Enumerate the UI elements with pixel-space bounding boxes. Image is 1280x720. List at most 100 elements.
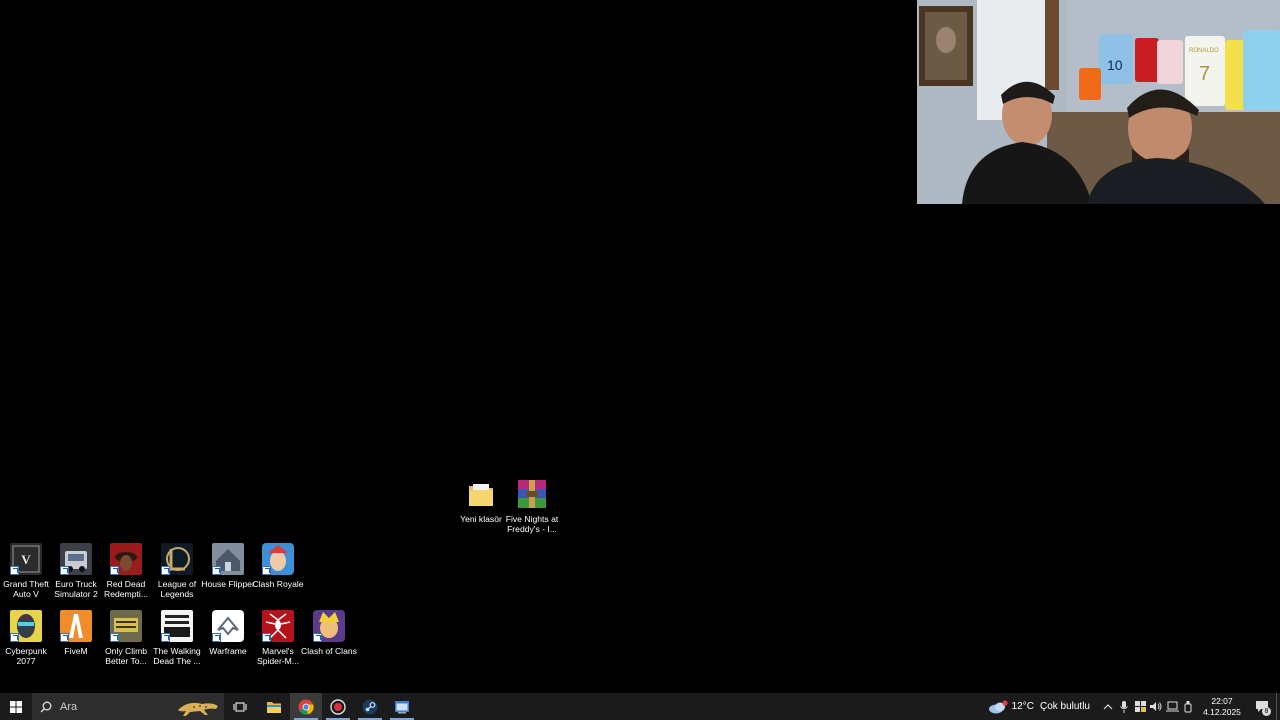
clock-date: 4.12.2025 — [1203, 706, 1241, 717]
svg-text:V: V — [21, 552, 31, 567]
taskbar-search-box[interactable]: Ara — [32, 693, 224, 720]
system-tray: 12°C Çok bulutlu 22:07 4.12.2025 8 — [988, 693, 1280, 720]
task-view-icon — [233, 701, 247, 712]
chrome-icon — [298, 699, 314, 715]
taskbar: Ara 12°C Çok bulutlu 22:07 4.12.2025 8 — [0, 693, 1280, 720]
shortcut-arrow-icon — [110, 566, 119, 575]
security-tray[interactable] — [1132, 693, 1148, 720]
desktop-icon-label: House Flipper — [201, 579, 255, 589]
taskbar-chrome[interactable] — [290, 693, 322, 720]
warframe-icon — [212, 610, 244, 642]
shortcut-arrow-icon — [10, 566, 19, 575]
shortcut-arrow-icon — [212, 566, 221, 575]
microphone-tray[interactable] — [1116, 693, 1132, 720]
euro-truck-icon — [60, 543, 92, 575]
desktop-icon-clash-of-clans[interactable]: Clash of Clans — [301, 610, 357, 656]
shortcut-arrow-icon — [10, 633, 19, 642]
notification-count-badge: 8 — [1262, 707, 1271, 716]
weather-condition: Çok bulutlu — [1039, 701, 1090, 712]
desktop-icon-clash-royale[interactable]: Clash Royale — [252, 543, 304, 589]
show-hidden-icons-button[interactable] — [1100, 693, 1116, 720]
desktop-icon-league-of-legends[interactable]: League of Legends — [151, 543, 203, 599]
shortcut-arrow-icon — [60, 566, 69, 575]
league-of-legends-icon — [161, 543, 193, 575]
desktop-icon-label: Only Climb Better To... — [104, 646, 148, 666]
chevron-up-icon — [1103, 703, 1113, 709]
desktop-icon-house-flipper[interactable]: House Flipper — [201, 543, 255, 589]
red-dead-icon — [110, 543, 142, 575]
weather-widget[interactable]: 12°C Çok bulutlu — [988, 699, 1090, 714]
fivem-icon — [60, 610, 92, 642]
start-button[interactable] — [0, 693, 32, 720]
jersey-number-7: 7 — [1199, 63, 1210, 85]
desktop-icon-label: Warframe — [209, 646, 247, 656]
desktop-icon-euro-truck[interactable]: Euro Truck Simulator 2 — [50, 543, 102, 599]
show-desktop-button[interactable] — [1276, 693, 1280, 720]
file-explorer-icon — [267, 701, 281, 713]
taskbar-clock[interactable]: 22:07 4.12.2025 — [1196, 696, 1248, 718]
task-view-button[interactable] — [224, 693, 256, 720]
desktop-icon-only-climb[interactable]: Only Climb Better To... — [100, 610, 152, 666]
desktop-icon-fivem[interactable]: FiveM — [50, 610, 102, 656]
desktop-icon-label: Euro Truck Simulator 2 — [54, 579, 98, 599]
clash-of-clans-icon — [313, 610, 345, 642]
search-highlight-cheetah-icon — [178, 702, 218, 716]
network-tray[interactable] — [1164, 693, 1180, 720]
walking-dead-icon — [161, 610, 193, 642]
folder-icon — [465, 478, 497, 510]
network-icon — [1165, 701, 1179, 712]
desktop-icon-label: The Walking Dead The ... — [153, 646, 201, 666]
app-window-icon — [395, 700, 409, 713]
desktop-icon-label: Five Nights at Freddy's - I... — [505, 514, 559, 534]
weather-temperature: 12°C — [1011, 701, 1034, 712]
search-placeholder: Ara — [60, 700, 78, 713]
desktop-icon-label: Grand Theft Auto V — [3, 579, 49, 599]
desktop-icon-spiderman[interactable]: Marvel's Spider-M... — [252, 610, 304, 666]
desktop-icon-five-nights[interactable]: Five Nights at Freddy's - I... — [506, 478, 558, 534]
desktop-icon-label: FiveM — [64, 646, 88, 656]
shortcut-arrow-icon — [110, 633, 119, 642]
shortcut-arrow-icon — [262, 633, 271, 642]
desktop-icon-label: Cyberpunk 2077 — [5, 646, 47, 666]
usb-tray[interactable] — [1180, 693, 1196, 720]
taskbar-app-window[interactable] — [386, 693, 418, 720]
clock-time: 22:07 — [1211, 695, 1233, 706]
jersey-name: RONALDO — [1189, 48, 1219, 54]
desktop-icon-label: Marvel's Spider-M... — [256, 646, 300, 666]
desktop-icon-label: Yeni klasör — [460, 514, 502, 524]
steam-icon — [362, 699, 378, 714]
shortcut-arrow-icon — [60, 633, 69, 642]
desktop-icon-walking-dead[interactable]: The Walking Dead The ... — [151, 610, 203, 666]
shortcut-arrow-icon — [161, 633, 170, 642]
taskbar-steam[interactable] — [354, 693, 386, 720]
gta-v-icon: V — [10, 543, 42, 575]
windows-logo-icon — [10, 700, 22, 713]
shortcut-arrow-icon — [161, 566, 170, 575]
desktop-icon-red-dead[interactable]: Red Dead Redempti... — [100, 543, 152, 599]
desktop-icon-label: Red Dead Redempti... — [104, 579, 148, 599]
taskbar-app-red[interactable] — [322, 693, 354, 720]
house-flipper-icon — [212, 543, 244, 575]
desktop-icon-gta-v[interactable]: V Grand Theft Auto V — [0, 543, 52, 599]
shortcut-arrow-icon — [313, 633, 322, 642]
notification-center-button[interactable]: 8 — [1248, 693, 1276, 720]
cyberpunk-icon — [10, 610, 42, 642]
only-climb-icon — [110, 610, 142, 642]
cloudy-weather-icon — [988, 699, 1008, 713]
shield-icon — [1134, 701, 1146, 712]
app-red-icon — [330, 698, 346, 715]
usb-device-icon — [1184, 700, 1192, 712]
desktop-icon-label: League of Legends — [157, 579, 197, 599]
volume-tray[interactable] — [1148, 693, 1164, 720]
speaker-icon — [1150, 702, 1162, 711]
desktop-icon-label: Clash Royale — [252, 579, 304, 589]
desktop-icon-cyberpunk[interactable]: Cyberpunk 2077 — [0, 610, 52, 666]
spiderman-icon — [262, 610, 294, 642]
webcam-overlay: 10 RONALDO 7 — [917, 0, 1280, 204]
desktop-icon-label: Clash of Clans — [301, 646, 357, 656]
taskbar-file-explorer[interactable] — [258, 693, 290, 720]
microphone-icon — [1120, 700, 1128, 713]
jersey-number-10: 10 — [1107, 57, 1123, 73]
desktop-icon-warframe[interactable]: Warframe — [202, 610, 254, 656]
desktop-icon-yeni-klasor[interactable]: Yeni klasör — [455, 478, 507, 524]
